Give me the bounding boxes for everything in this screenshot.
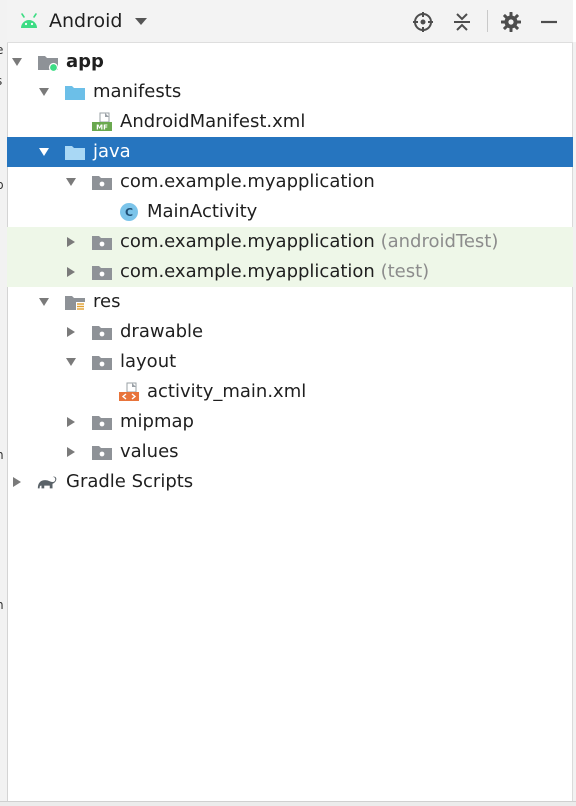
collapsed-arrow-icon[interactable]	[65, 236, 77, 248]
package-icon	[92, 266, 112, 280]
collapsed-arrow-icon[interactable]	[65, 326, 77, 338]
tree-row-java[interactable]: java	[7, 137, 573, 167]
tree-row-manifests[interactable]: manifests	[7, 77, 573, 107]
project-toolbar: Android	[7, 0, 573, 43]
collapsed-arrow-icon[interactable]	[65, 446, 77, 458]
expanded-arrow-icon[interactable]	[65, 176, 77, 188]
expanded-arrow-icon[interactable]	[38, 296, 50, 308]
project-tree: app manifests MF AndroidManifest.xml jav…	[7, 47, 573, 497]
gear-icon	[501, 12, 521, 32]
folder-icon	[92, 326, 112, 340]
tree-row-app[interactable]: app	[7, 47, 573, 77]
expanded-arrow-icon[interactable]	[38, 146, 50, 158]
package-icon	[92, 236, 112, 250]
tree-label-android-manifest: AndroidManifest.xml	[120, 111, 306, 132]
tree-label-drawable: drawable	[120, 321, 204, 342]
toolbar-separator	[487, 10, 488, 32]
tree-row-layout[interactable]: layout	[7, 347, 573, 377]
gradle-icon	[37, 476, 57, 489]
folder-icon	[92, 446, 112, 460]
tree-label-gradle-scripts: Gradle Scripts	[66, 471, 194, 492]
hide-panel-button[interactable]	[537, 10, 561, 34]
tree-label-res: res	[93, 291, 121, 312]
gutter-fragment: n	[0, 448, 7, 462]
tree-label-package-main: com.example.myapplication	[120, 171, 375, 192]
tree-row-activity-main[interactable]: activity_main.xml	[7, 377, 573, 407]
tree-label-values: values	[120, 441, 179, 462]
tree-label-suffix: (test)	[380, 261, 430, 282]
folder-icon	[92, 416, 112, 430]
tree-label-mipmap: mipmap	[120, 411, 194, 432]
settings-button[interactable]	[499, 10, 523, 34]
tree-row-res[interactable]: res	[7, 287, 573, 317]
tree-label-main-activity: MainActivity	[147, 201, 258, 222]
resource-folder-icon	[65, 296, 85, 311]
tree-row-package-main[interactable]: com.example.myapplication	[7, 167, 573, 197]
class-icon: C	[120, 203, 138, 221]
tree-label-activity-main: activity_main.xml	[147, 381, 307, 402]
view-selector-dropdown[interactable]: Android	[19, 7, 148, 35]
collapsed-arrow-icon[interactable]	[65, 416, 77, 428]
source-folder-icon	[65, 146, 85, 160]
gutter-fragment: s	[0, 74, 7, 88]
android-icon	[21, 13, 37, 28]
tree-label-suffix: (androidTest)	[380, 231, 499, 252]
tree-row-drawable[interactable]: drawable	[7, 317, 573, 347]
expanded-arrow-icon[interactable]	[11, 56, 23, 68]
manifest-file-icon: MF	[92, 112, 112, 132]
tree-row-package-android-test[interactable]: com.example.myapplication (androidTest)	[7, 227, 573, 257]
tree-label-manifests: manifests	[93, 81, 182, 102]
expanded-arrow-icon[interactable]	[38, 86, 50, 98]
tree-row-values[interactable]: values	[7, 437, 573, 467]
bottom-border	[0, 801, 576, 806]
folder-icon	[65, 86, 85, 100]
folder-icon	[92, 356, 112, 370]
tree-row-package-test[interactable]: com.example.myapplication (test)	[7, 257, 573, 287]
tree-row-main-activity[interactable]: C MainActivity	[7, 197, 573, 227]
chevron-down-icon	[135, 18, 148, 25]
collapsed-arrow-icon[interactable]	[65, 266, 77, 278]
package-icon	[92, 176, 112, 190]
tree-label-app: app	[66, 51, 104, 72]
collapse-all-icon	[454, 13, 470, 31]
class-badge: C	[125, 206, 133, 219]
tree-row-mipmap[interactable]: mipmap	[7, 407, 573, 437]
collapse-all-button[interactable]	[450, 10, 474, 34]
locate-icon	[413, 12, 433, 32]
manifest-badge: MF	[96, 124, 108, 132]
layout-xml-file-icon	[119, 382, 139, 401]
tree-row-gradle-scripts[interactable]: Gradle Scripts	[7, 467, 573, 497]
tree-label-java: java	[93, 141, 131, 162]
locate-button[interactable]	[411, 10, 435, 34]
tree-label-package-test: com.example.myapplication (test)	[120, 261, 430, 282]
gutter-fragment: e	[0, 43, 7, 57]
module-folder-icon	[38, 56, 59, 72]
view-selector-label: Android	[49, 10, 123, 32]
tree-row-android-manifest[interactable]: MF AndroidManifest.xml	[7, 107, 573, 137]
collapsed-arrow-icon[interactable]	[11, 476, 23, 488]
gutter-fragment: p	[0, 178, 7, 192]
minimize-icon	[541, 20, 557, 24]
tree-label-package-android-test: com.example.myapplication (androidTest)	[120, 231, 499, 252]
tree-label-layout: layout	[120, 351, 177, 372]
gutter-fragment: n	[0, 598, 7, 612]
expanded-arrow-icon[interactable]	[65, 356, 77, 368]
